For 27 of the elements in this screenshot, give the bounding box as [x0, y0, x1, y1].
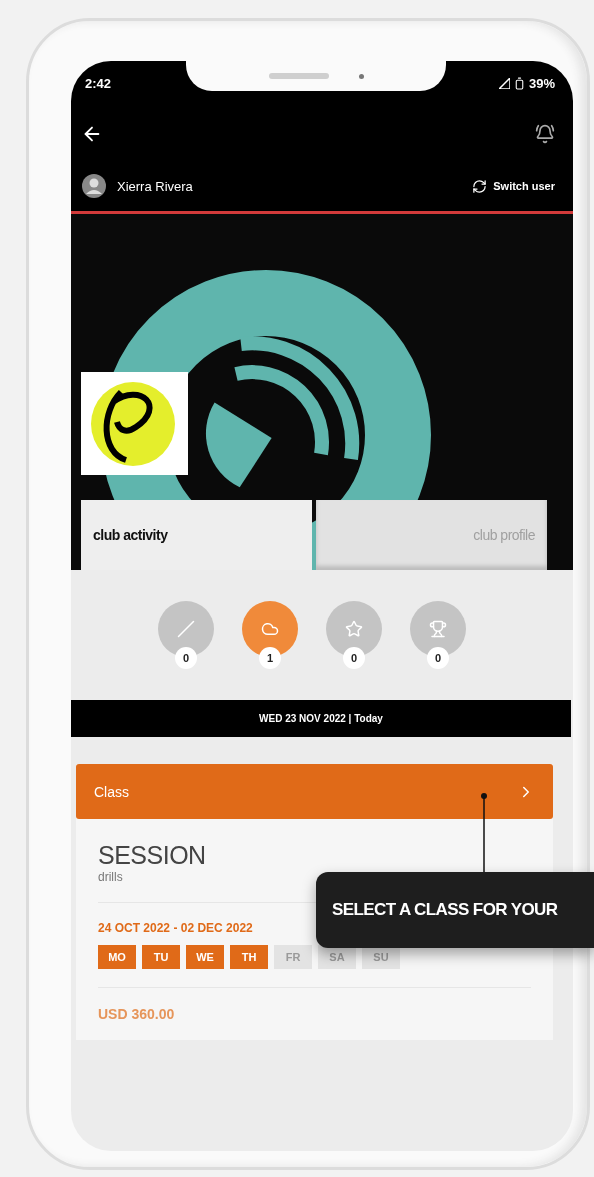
weekday-chip: TH [230, 945, 268, 969]
tooltip-text: SELECT A CLASS FOR YOUR [332, 900, 558, 920]
date-text: WED 23 NOV 2022 | Today [259, 713, 383, 724]
date-range: 24 OCT 2022 - 02 DEC 2022 [98, 921, 254, 935]
sync-icon [472, 178, 488, 194]
avatar-icon [81, 173, 107, 199]
count-badge: 0 [343, 647, 365, 669]
trophy-icon [429, 620, 447, 638]
weekday-chip: WE [186, 945, 224, 969]
signal-icon [498, 78, 510, 89]
count-badge: 0 [427, 647, 449, 669]
class-price: USD 360.00 [98, 1006, 176, 1024]
tab[interactable]: club activity [81, 500, 312, 570]
weekday-chip: MO [98, 945, 136, 969]
star-icon [345, 620, 363, 638]
weekday-chip: FR [274, 945, 312, 969]
count-badge: 0 [175, 647, 197, 669]
switch-user-button[interactable]: Switch user [472, 178, 555, 194]
class-title: SESSION [98, 841, 207, 870]
cloud-icon [261, 620, 279, 638]
bell-icon[interactable] [535, 123, 555, 144]
count-badge: 1 [259, 647, 281, 669]
class-subtitle: drills [98, 870, 124, 884]
status-time: 2:42 [85, 76, 112, 91]
weekday-chip: TU [142, 945, 180, 969]
user-name: Xierra Rivera [117, 178, 193, 194]
battery-percent: 39% [528, 76, 555, 91]
